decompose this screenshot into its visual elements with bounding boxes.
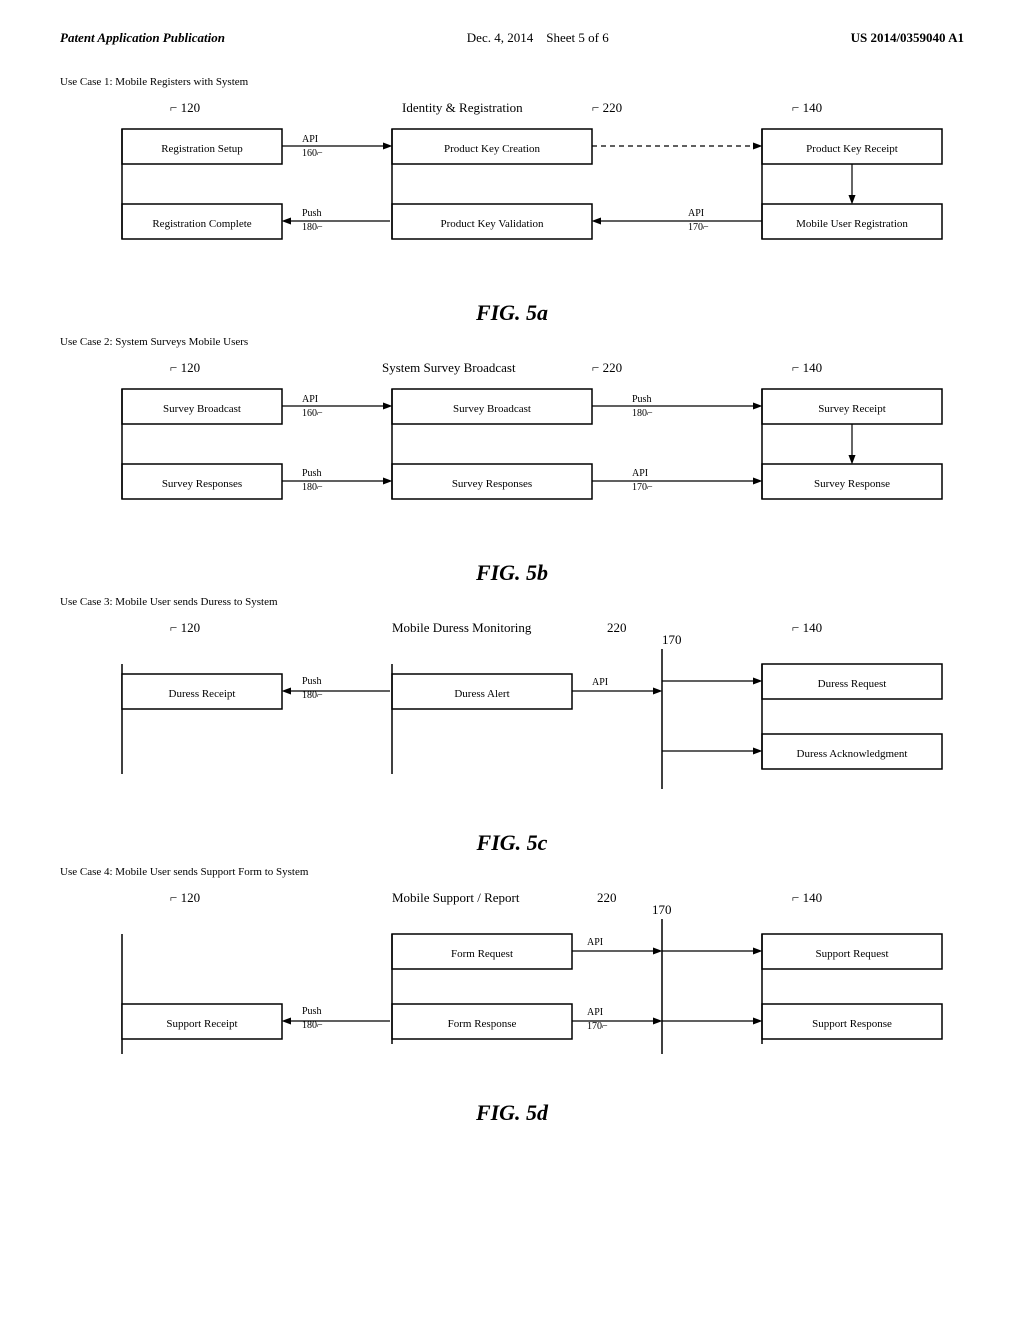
fig5b-section: Use Case 2: System Surveys Mobile Users …	[60, 336, 964, 586]
label-api-160a: API	[302, 134, 318, 145]
label-api-5c: API	[592, 677, 608, 688]
header-date: Dec. 4, 2014	[467, 30, 533, 45]
label-140c: ⌐ 140	[792, 620, 822, 635]
text-pk-creation: Product Key Creation	[444, 143, 540, 155]
label-220d: 220	[597, 890, 617, 905]
text-support-response: Support Response	[812, 1018, 892, 1030]
fig5c-diagram: ⌐ 120 Mobile Duress Monitoring 220 170 ⌐…	[60, 614, 964, 824]
text-duress-request: Duress Request	[818, 678, 887, 690]
label-push-180a: Push	[302, 208, 321, 219]
use-case-label-5a: Use Case 1: Mobile Registers with System	[60, 76, 964, 88]
label-push-180b-top: Push	[632, 394, 651, 405]
label-push-5c: Push	[302, 676, 321, 687]
text-form-response: Form Response	[448, 1018, 517, 1030]
label-push-5d: Push	[302, 1006, 321, 1017]
label-170c: 170	[662, 632, 682, 647]
text-duress-alert: Duress Alert	[454, 688, 509, 700]
text-duress-ack: Duress Acknowledgment	[797, 748, 908, 760]
label-170d: 170	[652, 902, 672, 917]
text-reg-setup: Registration Setup	[161, 143, 243, 155]
text-survey-broadcast-left: Survey Broadcast	[163, 403, 241, 415]
label-180b-bot: 180⌐	[302, 482, 323, 493]
header-left: Patent Application Publication	[60, 30, 225, 46]
page: Patent Application Publication Dec. 4, 2…	[0, 0, 1024, 1320]
header-center: Dec. 4, 2014 Sheet 5 of 6	[467, 30, 609, 46]
text-survey-responses-mid: Survey Responses	[452, 478, 532, 490]
label-170d-bot: 170⌐	[587, 1021, 608, 1032]
label-120a: ⌐ 120	[170, 100, 200, 115]
label-identity-reg: Identity & Registration	[402, 100, 523, 115]
label-120c: ⌐ 120	[170, 620, 200, 635]
label-170a: 170⌐	[688, 222, 709, 233]
page-header: Patent Application Publication Dec. 4, 2…	[60, 30, 964, 46]
use-case-label-5b: Use Case 2: System Surveys Mobile Users	[60, 336, 964, 348]
text-mobile-reg: Mobile User Registration	[796, 218, 908, 230]
text-survey-broadcast-mid: Survey Broadcast	[453, 403, 531, 415]
label-160b: 160⌐	[302, 408, 323, 419]
text-reg-complete: Registration Complete	[152, 218, 251, 230]
label-system-survey: System Survey Broadcast	[382, 360, 516, 375]
label-180b-top: 180⌐	[632, 408, 653, 419]
fig5d-section: Use Case 4: Mobile User sends Support Fo…	[60, 866, 964, 1126]
fig5d-diagram: ⌐ 120 Mobile Support / Report 220 170 ⌐ …	[60, 884, 964, 1094]
label-api-top-5d: API	[587, 937, 603, 948]
label-push-180b-bot: Push	[302, 468, 321, 479]
label-180a: 180⌐	[302, 222, 323, 233]
label-120b: ⌐ 120	[170, 360, 200, 375]
text-support-request: Support Request	[815, 948, 888, 960]
use-case-label-5c: Use Case 3: Mobile User sends Duress to …	[60, 596, 964, 608]
fig5c-label: FIG. 5c	[60, 830, 964, 856]
label-api-170b: API	[632, 468, 648, 479]
fig5a-label: FIG. 5a	[60, 300, 964, 326]
fig5a-diagram: ⌐ 120 Identity & Registration ⌐ 220 ⌐ 14…	[60, 94, 964, 294]
header-right: US 2014/0359040 A1	[851, 30, 964, 46]
label-220b: ⌐ 220	[592, 360, 622, 375]
text-survey-receipt: Survey Receipt	[818, 403, 886, 415]
label-api-160b: API	[302, 394, 318, 405]
label-140a: ⌐ 140	[792, 100, 822, 115]
header-sheet: Sheet 5 of 6	[546, 30, 608, 45]
label-170b: 170⌐	[632, 482, 653, 493]
label-180c: 180⌐	[302, 690, 323, 701]
fig5d-label: FIG. 5d	[60, 1100, 964, 1126]
text-support-receipt: Support Receipt	[166, 1018, 237, 1030]
text-survey-responses-left: Survey Responses	[162, 478, 242, 490]
label-160a: 160⌐	[302, 148, 323, 159]
text-form-request: Form Request	[451, 948, 513, 960]
fig5a-section: Use Case 1: Mobile Registers with System…	[60, 76, 964, 326]
text-pk-validation: Product Key Validation	[440, 218, 544, 230]
label-140b: ⌐ 140	[792, 360, 822, 375]
label-120d: ⌐ 120	[170, 890, 200, 905]
label-140d: ⌐ 140	[792, 890, 822, 905]
label-180d: 180⌐	[302, 1020, 323, 1031]
use-case-label-5d: Use Case 4: Mobile User sends Support Fo…	[60, 866, 964, 878]
label-api-bot-5d: API	[587, 1007, 603, 1018]
fig5b-diagram: ⌐ 120 System Survey Broadcast ⌐ 220 ⌐ 14…	[60, 354, 964, 554]
fig5b-label: FIG. 5b	[60, 560, 964, 586]
fig5c-section: Use Case 3: Mobile User sends Duress to …	[60, 596, 964, 856]
label-220a: ⌐ 220	[592, 100, 622, 115]
text-survey-response-right: Survey Response	[814, 478, 890, 490]
label-220c: 220	[607, 620, 627, 635]
text-pk-receipt: Product Key Receipt	[806, 143, 898, 155]
label-api-170a: API	[688, 208, 704, 219]
label-mobile-duress: Mobile Duress Monitoring	[392, 620, 532, 635]
text-duress-receipt: Duress Receipt	[169, 688, 236, 700]
label-mobile-support: Mobile Support / Report	[392, 890, 520, 905]
